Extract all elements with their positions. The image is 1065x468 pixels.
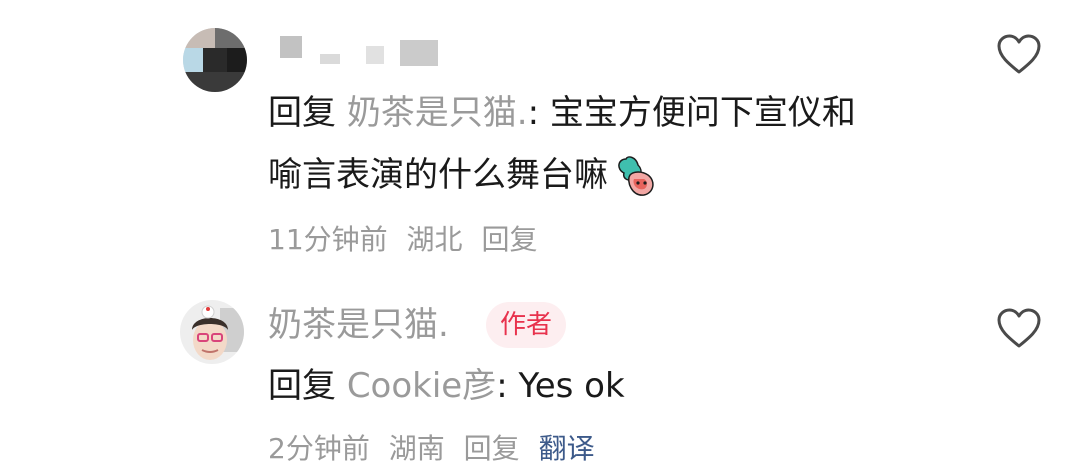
avatar[interactable] — [183, 28, 247, 92]
translate-button[interactable]: 翻译 — [539, 432, 595, 465]
cute-sticker-emoji — [612, 153, 660, 201]
like-button[interactable] — [995, 306, 1043, 350]
reply-target-name[interactable]: 奶茶是只猫. — [347, 93, 528, 133]
reply-button[interactable]: 回复 — [464, 432, 520, 465]
comment-text: 回复 奶茶是只猫.: 宝宝方便问下宣仪和 喻言表演的什么舞台嘛 — [268, 82, 988, 206]
timestamp: 2分钟前 — [268, 432, 370, 465]
comment-body: : Yes ok — [496, 366, 625, 406]
comment-item: 奶茶是只猫. 作者 回复 Cookie彦: Yes ok 2分钟前 湖南 回复 … — [0, 285, 1065, 468]
avatar[interactable] — [180, 300, 244, 364]
reply-prefix: 回复 — [268, 366, 336, 406]
reply-prefix: 回复 — [268, 93, 336, 133]
comment-body-line2: 喻言表演的什么舞台嘛 — [268, 155, 608, 195]
comment-body-line1: : 宝宝方便问下宣仪和 — [527, 93, 856, 133]
author-name[interactable]: 奶茶是只猫. — [268, 305, 449, 345]
reply-button[interactable]: 回复 — [481, 223, 537, 256]
comment-meta: 2分钟前 湖南 回复 翻译 — [268, 431, 605, 467]
author-badge: 作者 — [486, 302, 567, 348]
location: 湖南 — [388, 432, 445, 465]
comment-meta: 11分钟前 湖北 回复 — [268, 222, 547, 258]
like-button[interactable] — [995, 32, 1043, 76]
location: 湖北 — [406, 223, 463, 256]
heart-outline-icon — [997, 308, 1041, 348]
redacted-author-name — [280, 36, 440, 68]
heart-outline-icon — [997, 34, 1041, 74]
comment-text: 回复 Cookie彦: Yes ok — [268, 355, 988, 417]
timestamp: 11分钟前 — [268, 223, 388, 256]
comment-item: 回复 奶茶是只猫.: 宝宝方便问下宣仪和 喻言表演的什么舞台嘛 11分钟前 湖北… — [0, 0, 1065, 270]
reply-target-name[interactable]: Cookie彦 — [347, 366, 496, 406]
